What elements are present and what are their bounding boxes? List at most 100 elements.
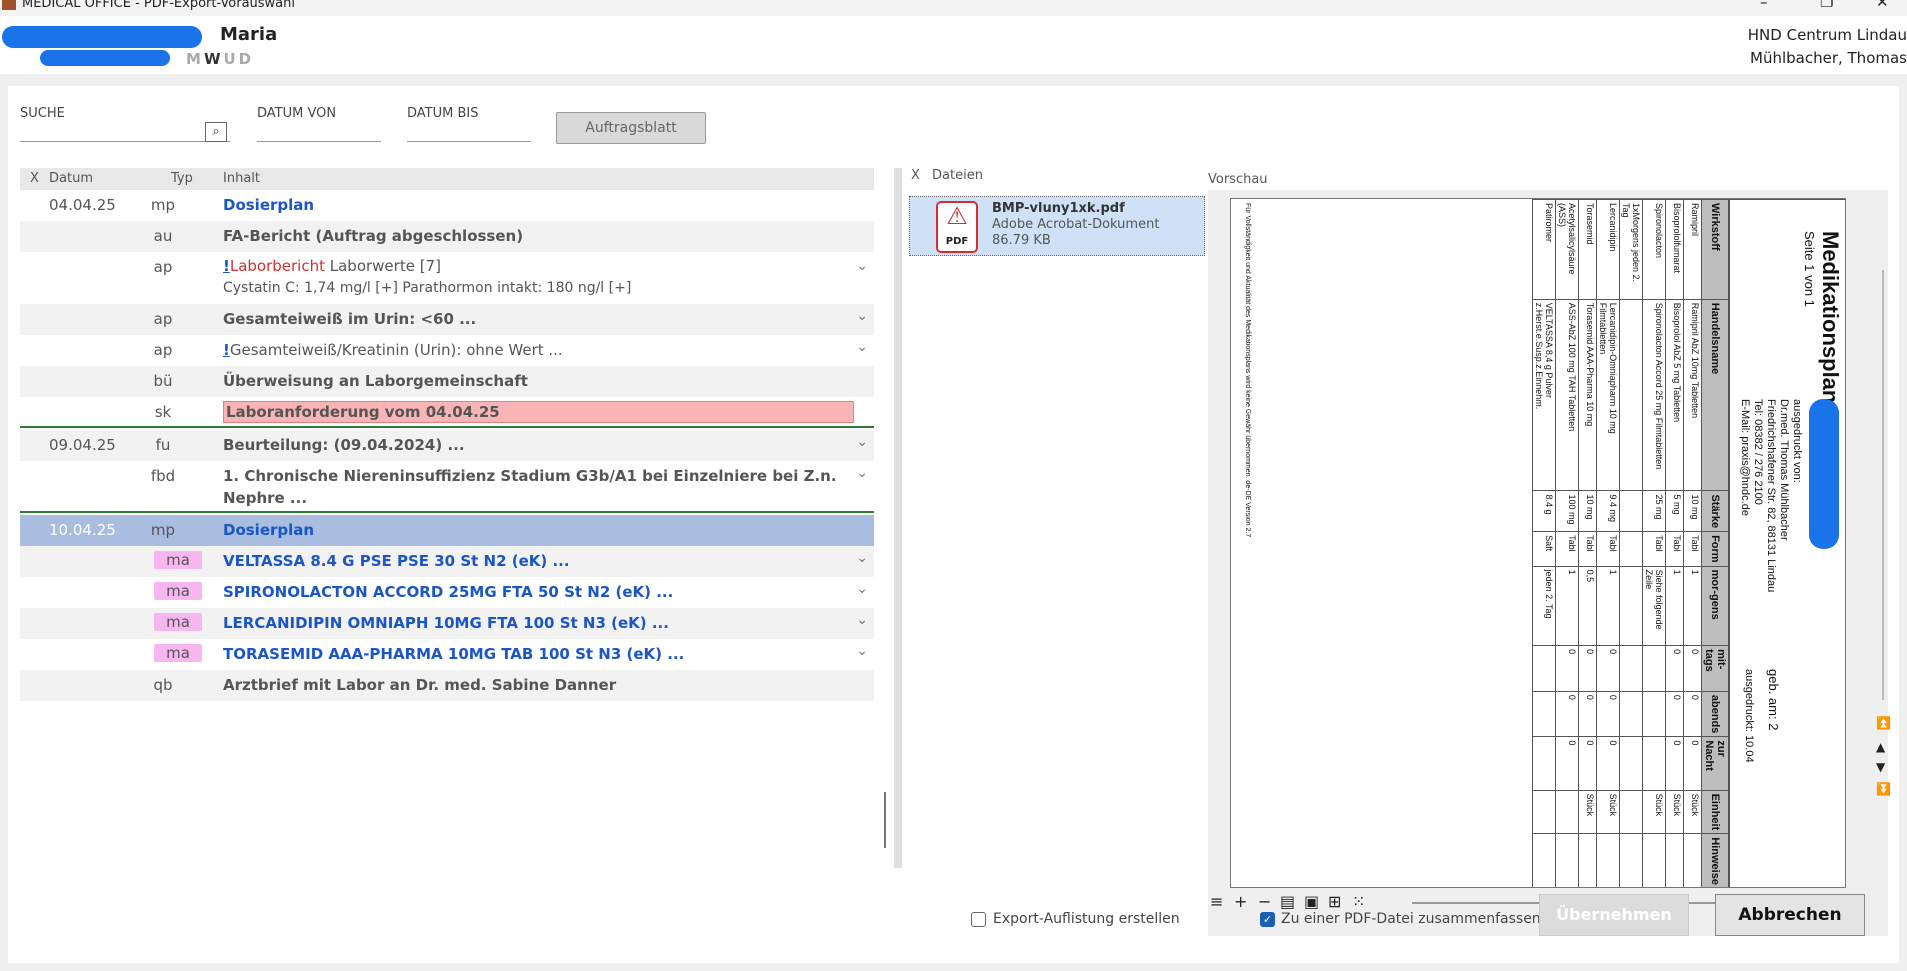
table-cell: Spironolacton bbox=[1642, 199, 1666, 300]
export-list-label: Export-Auflistung erstellen bbox=[993, 911, 1180, 927]
list-item[interactable]: ap !Gesamteiweiß/Kreatinin (Urin): ohne … bbox=[20, 335, 874, 366]
list-item-selected[interactable]: 10.04.25 mp Dosierplan bbox=[20, 515, 874, 546]
minimize-icon[interactable]: – bbox=[1760, 0, 1768, 10]
list-item[interactable]: bü Überweisung an Laborgemeinschaft bbox=[20, 366, 874, 397]
list-item[interactable]: 09.04.25 fu Beurteilung: (09.04.2024) ..… bbox=[20, 430, 874, 461]
chevron-down-icon[interactable]: ⌄ bbox=[856, 581, 868, 597]
chevron-down-icon[interactable]: ⌄ bbox=[856, 643, 868, 659]
table-cell: 1 bbox=[1665, 566, 1684, 646]
chevron-down-icon[interactable]: ⌄ bbox=[856, 550, 868, 566]
table-cell bbox=[1532, 833, 1556, 887]
table-cell bbox=[1642, 833, 1666, 887]
table-cell: Tabl bbox=[1555, 531, 1579, 567]
search-label: SUCHE bbox=[20, 106, 65, 121]
list-item[interactable]: ap Gesamteiweiß im Urin: <60 ... ⌄ bbox=[20, 304, 874, 335]
next-page-icon[interactable]: ▼ bbox=[1876, 760, 1885, 774]
table-cell: 0 bbox=[1683, 645, 1702, 692]
table-cell: 0 bbox=[1578, 691, 1597, 737]
zoom-in-icon[interactable]: + bbox=[1234, 892, 1247, 911]
table-cell bbox=[1665, 833, 1684, 887]
table-header-cell: mor-gens bbox=[1701, 566, 1729, 646]
table-cell: 1 bbox=[1555, 566, 1579, 646]
doc-printed-on: ausgedruckt: 10.04 bbox=[1743, 669, 1755, 763]
table-cell: Patiromer bbox=[1532, 199, 1556, 300]
table-cell: Bisoprololfumarat bbox=[1665, 199, 1684, 300]
table-cell: Ramipril AbZ 10mg Tabletten bbox=[1683, 299, 1702, 491]
table-cell bbox=[1532, 691, 1556, 737]
search-input[interactable] bbox=[20, 120, 230, 142]
list-item[interactable]: ma TORASEMID AAA-PHARMA 10MG TAB 100 St … bbox=[20, 639, 874, 670]
col-content[interactable]: Inhalt bbox=[223, 171, 260, 186]
pdf-preview: Medikationsplan Seite 1 von 1 ausgedruck… bbox=[1208, 190, 1891, 936]
table-cell: 0 bbox=[1665, 736, 1684, 791]
last-page-icon[interactable]: ⏬ bbox=[1876, 782, 1891, 796]
medication-table: Wirkstoff Handelsname Stärke Form mor-gens mi… bbox=[1532, 199, 1729, 887]
list-item[interactable]: ma VELTASSA 8.4 G PSE PSE 30 St N2 (eK) … bbox=[20, 546, 874, 577]
date-to-input[interactable] bbox=[407, 120, 531, 142]
table-cell: 0,5 bbox=[1578, 566, 1597, 646]
col-x[interactable]: X bbox=[30, 171, 39, 186]
table-cell bbox=[1532, 790, 1556, 834]
list-item[interactable]: fbd 1. Chronische Niereninsuffizienz Sta… bbox=[20, 461, 874, 513]
table-cell: Saft bbox=[1532, 531, 1556, 567]
alert-icon: ! bbox=[223, 257, 230, 275]
cancel-button[interactable]: Abbrechen bbox=[1715, 894, 1865, 936]
table-cell bbox=[1642, 691, 1666, 737]
table-cell: 1 bbox=[1683, 566, 1702, 646]
chevron-down-icon[interactable]: ⌄ bbox=[856, 465, 868, 481]
two-page-icon[interactable]: ⊞ bbox=[1328, 892, 1341, 911]
merge-pdf-checkbox[interactable]: ✓ bbox=[1260, 912, 1275, 927]
table-cell: Tabl bbox=[1642, 531, 1666, 567]
table-cell: VELTASSA 8,4 g Pulver z.Herst.e.Susp.z.E… bbox=[1532, 299, 1556, 491]
weekday-indicator: MWUD bbox=[186, 50, 255, 68]
files-header: X Dateien bbox=[911, 168, 983, 183]
window-title: MEDICAL OFFICE - PDF-Export-Vorauswahl bbox=[22, 0, 295, 11]
list-item[interactable]: ma SPIRONOLACTON ACCORD 25MG FTA 50 St N… bbox=[20, 577, 874, 608]
preview-scrollbar[interactable] bbox=[1882, 270, 1884, 700]
table-header-cell: Hinweise bbox=[1701, 833, 1729, 887]
table-cell: Torasemid AAA-Pharma 10 mg bbox=[1578, 299, 1597, 491]
chevron-down-icon[interactable]: ⌄ bbox=[856, 258, 868, 274]
list-item[interactable]: ma LERCANIDIPIN OMNIAPH 10MG FTA 100 St … bbox=[20, 608, 874, 639]
title-bar: MEDICAL OFFICE - PDF-Export-Vorauswahl –… bbox=[0, 0, 1907, 16]
doc-born: geb. am: 2 bbox=[1766, 669, 1781, 731]
table-cell bbox=[1619, 566, 1643, 646]
first-page-icon[interactable]: ⏫ bbox=[1876, 716, 1891, 730]
list-item[interactable]: au FA-Bericht (Auftrag abgeschlossen) bbox=[20, 221, 874, 252]
order-sheet-button[interactable]: Auftragsblatt bbox=[556, 112, 706, 144]
redaction-mark bbox=[1809, 399, 1839, 549]
table-header-cell: mit-tags bbox=[1701, 645, 1729, 692]
list-scrollbar[interactable] bbox=[884, 792, 886, 848]
table-cell: 0 bbox=[1596, 691, 1620, 737]
export-list-checkbox[interactable] bbox=[971, 912, 986, 927]
chevron-down-icon[interactable]: ⌄ bbox=[856, 434, 868, 450]
list-item[interactable]: 04.04.25 mp Dosierplan bbox=[20, 190, 874, 221]
chevron-down-icon[interactable]: ⌄ bbox=[856, 612, 868, 628]
col-date[interactable]: Datum bbox=[49, 171, 93, 186]
table-cell: Tabl bbox=[1665, 531, 1684, 567]
panel-splitter[interactable] bbox=[894, 168, 902, 868]
file-item[interactable]: ⚠ PDF BMP-vluny1xk.pdf Adobe Acrobat-Doku… bbox=[909, 196, 1205, 256]
list-item[interactable]: sk Laboranforderung vom 04.04.25 bbox=[20, 397, 874, 428]
table-cell: 10 mg bbox=[1578, 490, 1597, 532]
list-item[interactable]: ap !Laborbericht Laborwerte [7] Cystatin… bbox=[20, 252, 874, 304]
chevron-down-icon[interactable]: ⌄ bbox=[856, 339, 868, 355]
list-item[interactable]: qb Arztbrief mit Labor an Dr. med. Sabin… bbox=[20, 670, 874, 701]
zoom-out-icon[interactable]: − bbox=[1258, 892, 1271, 911]
prev-page-icon[interactable]: ▲ bbox=[1876, 740, 1885, 754]
table-cell bbox=[1683, 833, 1702, 887]
table-row: Spironolacton Spironolacton Accord 25 mg … bbox=[1642, 199, 1666, 887]
menu-icon[interactable]: ≡ bbox=[1210, 892, 1223, 911]
restore-icon[interactable]: ❐ bbox=[1820, 0, 1833, 10]
date-from-input[interactable] bbox=[257, 120, 381, 142]
col-type[interactable]: Typ bbox=[171, 171, 193, 186]
close-icon[interactable]: ✕ bbox=[1876, 0, 1889, 10]
search-icon[interactable]: ⌕ bbox=[205, 122, 227, 142]
fit-width-icon[interactable]: ▤ bbox=[1280, 892, 1295, 911]
apply-button[interactable]: Übernehmen bbox=[1539, 894, 1689, 936]
grid-icon[interactable]: ⁙ bbox=[1352, 892, 1365, 911]
chevron-down-icon[interactable]: ⌄ bbox=[856, 308, 868, 324]
doc-title: Medikationsplan bbox=[1818, 231, 1843, 404]
doc-subtitle: Seite 1 von 1 bbox=[1802, 231, 1817, 307]
fit-page-icon[interactable]: ▣ bbox=[1304, 892, 1319, 911]
